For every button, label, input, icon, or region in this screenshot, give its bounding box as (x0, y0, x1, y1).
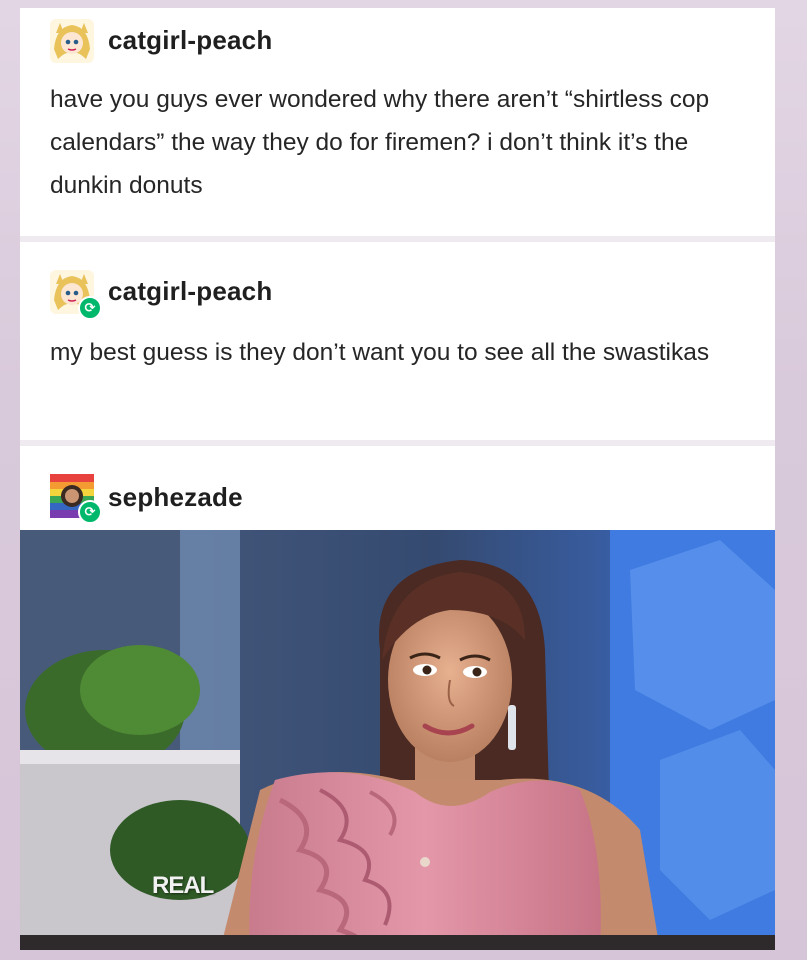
reblog-post: ⟳ sephezade (20, 446, 775, 540)
post-username[interactable]: catgirl-peach (108, 276, 272, 307)
post-body-text: have you guys ever wondered why there ar… (50, 86, 710, 199)
original-post: catgirl-peach have you guys ever wondere… (20, 8, 775, 236)
post-username[interactable]: catgirl-peach (108, 25, 272, 56)
post-body-text: my best guess is they don’t want you to … (50, 339, 710, 366)
reaction-image (20, 530, 775, 950)
reblog-post: ⟳ catgirl-peach my best guess is they do… (20, 242, 775, 440)
post-username[interactable]: sephezade (108, 482, 243, 513)
reblog-badge-icon: ⟳ (78, 296, 102, 320)
post-thread-card: catgirl-peach have you guys ever wondere… (20, 8, 775, 530)
channel-watermark: REAL (152, 872, 214, 899)
reblog-badge-icon: ⟳ (78, 500, 102, 524)
anime-avatar-icon[interactable] (50, 19, 94, 63)
woman-photo (20, 530, 775, 950)
